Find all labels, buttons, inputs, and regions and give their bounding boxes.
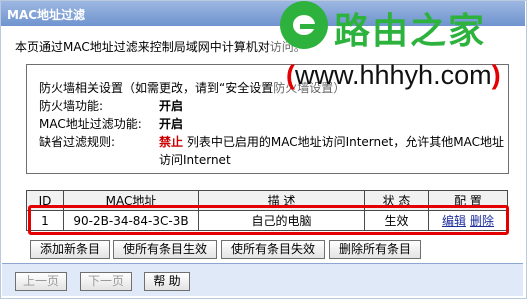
firewall-hint-text: 防火墙相关设置（如需更改，请到“安全设置 — [39, 81, 274, 95]
cell-description: 自己的电脑 — [198, 210, 365, 231]
add-entry-button[interactable]: 添加新条目 — [30, 240, 110, 259]
mac-filter-function-value: 开启 — [159, 117, 184, 131]
delete-link[interactable]: 删除 — [470, 214, 494, 228]
column-header-description: 描 述 — [198, 190, 365, 211]
mac-filter-function-label: MAC地址过滤功能: — [39, 117, 142, 131]
firewall-function-value: 开启 — [159, 99, 184, 113]
column-header-config: 配 置 — [428, 190, 508, 211]
watermark-title: 路由之家 — [334, 11, 487, 52]
enable-all-button[interactable]: 使所有条目生效 — [113, 240, 217, 259]
page-title: MAC地址过滤 — [7, 8, 86, 22]
mac-filter-table: ID MAC地址 描 述 状 态 配 置 1 90-2B-34-84-3C-3B… — [26, 190, 508, 231]
page-description: 本页通过MAC地址过滤来控制局域网中计算机对访问。 — [15, 38, 306, 55]
watermark-url: (www.hhhyh.com) — [286, 60, 501, 91]
watermark-url-close: ) — [491, 60, 501, 90]
help-button[interactable]: 帮 助 — [144, 272, 190, 291]
default-rule-text: 列表中已启用的MAC地址访问Internet，允许其他MAC地址 — [186, 135, 504, 149]
cell-config: 编辑 删除 — [428, 210, 508, 231]
table-header-row: ID MAC地址 描 述 状 态 配 置 — [26, 190, 508, 211]
watermark-url-open: ( — [286, 60, 295, 90]
prev-page-button[interactable]: 上一页 — [15, 272, 67, 291]
cell-mac: 90-2B-34-84-3C-3B — [63, 210, 199, 231]
cell-status: 生效 — [364, 210, 429, 231]
watermark-logo-icon — [280, 1, 328, 49]
default-rule-label: 缺省过滤规则: — [39, 135, 116, 149]
table-row: 1 90-2B-34-84-3C-3B 自己的电脑 生效 编辑 删除 — [26, 210, 508, 231]
cell-id: 1 — [26, 210, 64, 231]
column-header-status: 状 态 — [364, 190, 429, 211]
default-rule-deny: 禁止 — [159, 135, 184, 149]
firewall-function-row: 防火墙功能: 开启 — [39, 97, 183, 114]
delete-all-button[interactable]: 删除所有条目 — [329, 240, 421, 259]
edit-link[interactable]: 编辑 — [442, 214, 466, 228]
watermark-url-text: www.hhhyh.com — [295, 60, 492, 90]
column-header-mac: MAC地址 — [63, 190, 199, 211]
description-text: 本页通过MAC地址过滤来控制局域网中计算机对 — [15, 40, 270, 54]
default-rule-text-2: 访问Internet — [159, 153, 231, 167]
default-rule-row-continued: 访问Internet — [159, 151, 231, 168]
default-rule-row: 缺省过滤规则: 禁止 列表中已启用的MAC地址访问Internet，允许其他MAC… — [39, 133, 504, 150]
column-header-id: ID — [26, 190, 64, 211]
firewall-function-label: 防火墙功能: — [39, 99, 104, 113]
next-page-button[interactable]: 下一页 — [80, 272, 132, 291]
watermark-logo-bar — [300, 24, 324, 29]
disable-all-button[interactable]: 使所有条目失效 — [221, 240, 325, 259]
mac-filter-function-row: MAC地址过滤功能: 开启 — [39, 115, 183, 132]
